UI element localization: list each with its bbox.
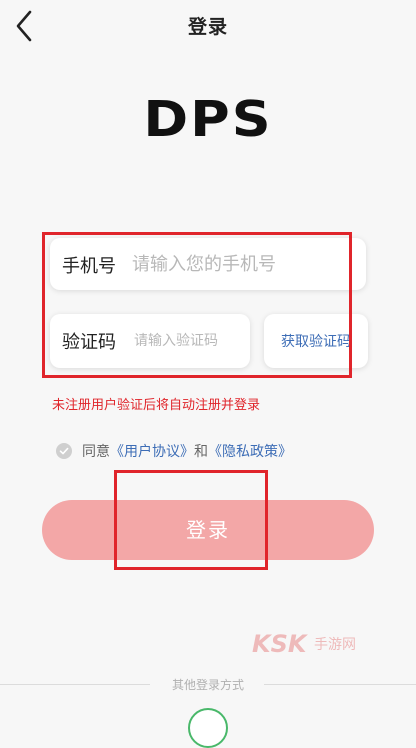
page-title: 登录 [187, 16, 228, 38]
code-input[interactable] [134, 330, 246, 352]
other-login-divider: 其他登录方式 [0, 674, 416, 694]
agreement-conjunction: 和 [194, 444, 208, 460]
user-agreement-link[interactable]: 《用户协议》 [110, 441, 194, 461]
brand-logo: DPS [143, 91, 273, 148]
privacy-policy-link[interactable]: 《隐私政策》 [208, 441, 292, 461]
agreement-row: 同意 《用户协议》 和 《隐私政策》 [56, 440, 292, 462]
header: 登录 [0, 0, 416, 54]
phone-label: 手机号 [62, 256, 116, 277]
register-notice: 未注册用户验证后将自动注册并登录 [52, 398, 261, 413]
get-code-label: 获取验证码 [281, 334, 351, 350]
agreement-checkbox-icon[interactable] [56, 443, 72, 459]
watermark-letters: KSK [252, 630, 307, 658]
watermark-sub: 手游网 [314, 637, 356, 653]
watermark: KSK 手游网 [252, 630, 372, 658]
code-label: 验证码 [62, 332, 116, 353]
get-code-button[interactable]: 获取验证码 [264, 314, 368, 368]
code-field[interactable]: 验证码 [50, 314, 250, 368]
phone-field[interactable]: 手机号 [50, 238, 366, 290]
phone-input[interactable] [132, 251, 357, 277]
wechat-icon[interactable] [188, 708, 228, 748]
agreement-prefix: 同意 [82, 444, 110, 460]
login-button[interactable]: 登录 [42, 500, 374, 560]
divider-line-right [264, 684, 416, 685]
